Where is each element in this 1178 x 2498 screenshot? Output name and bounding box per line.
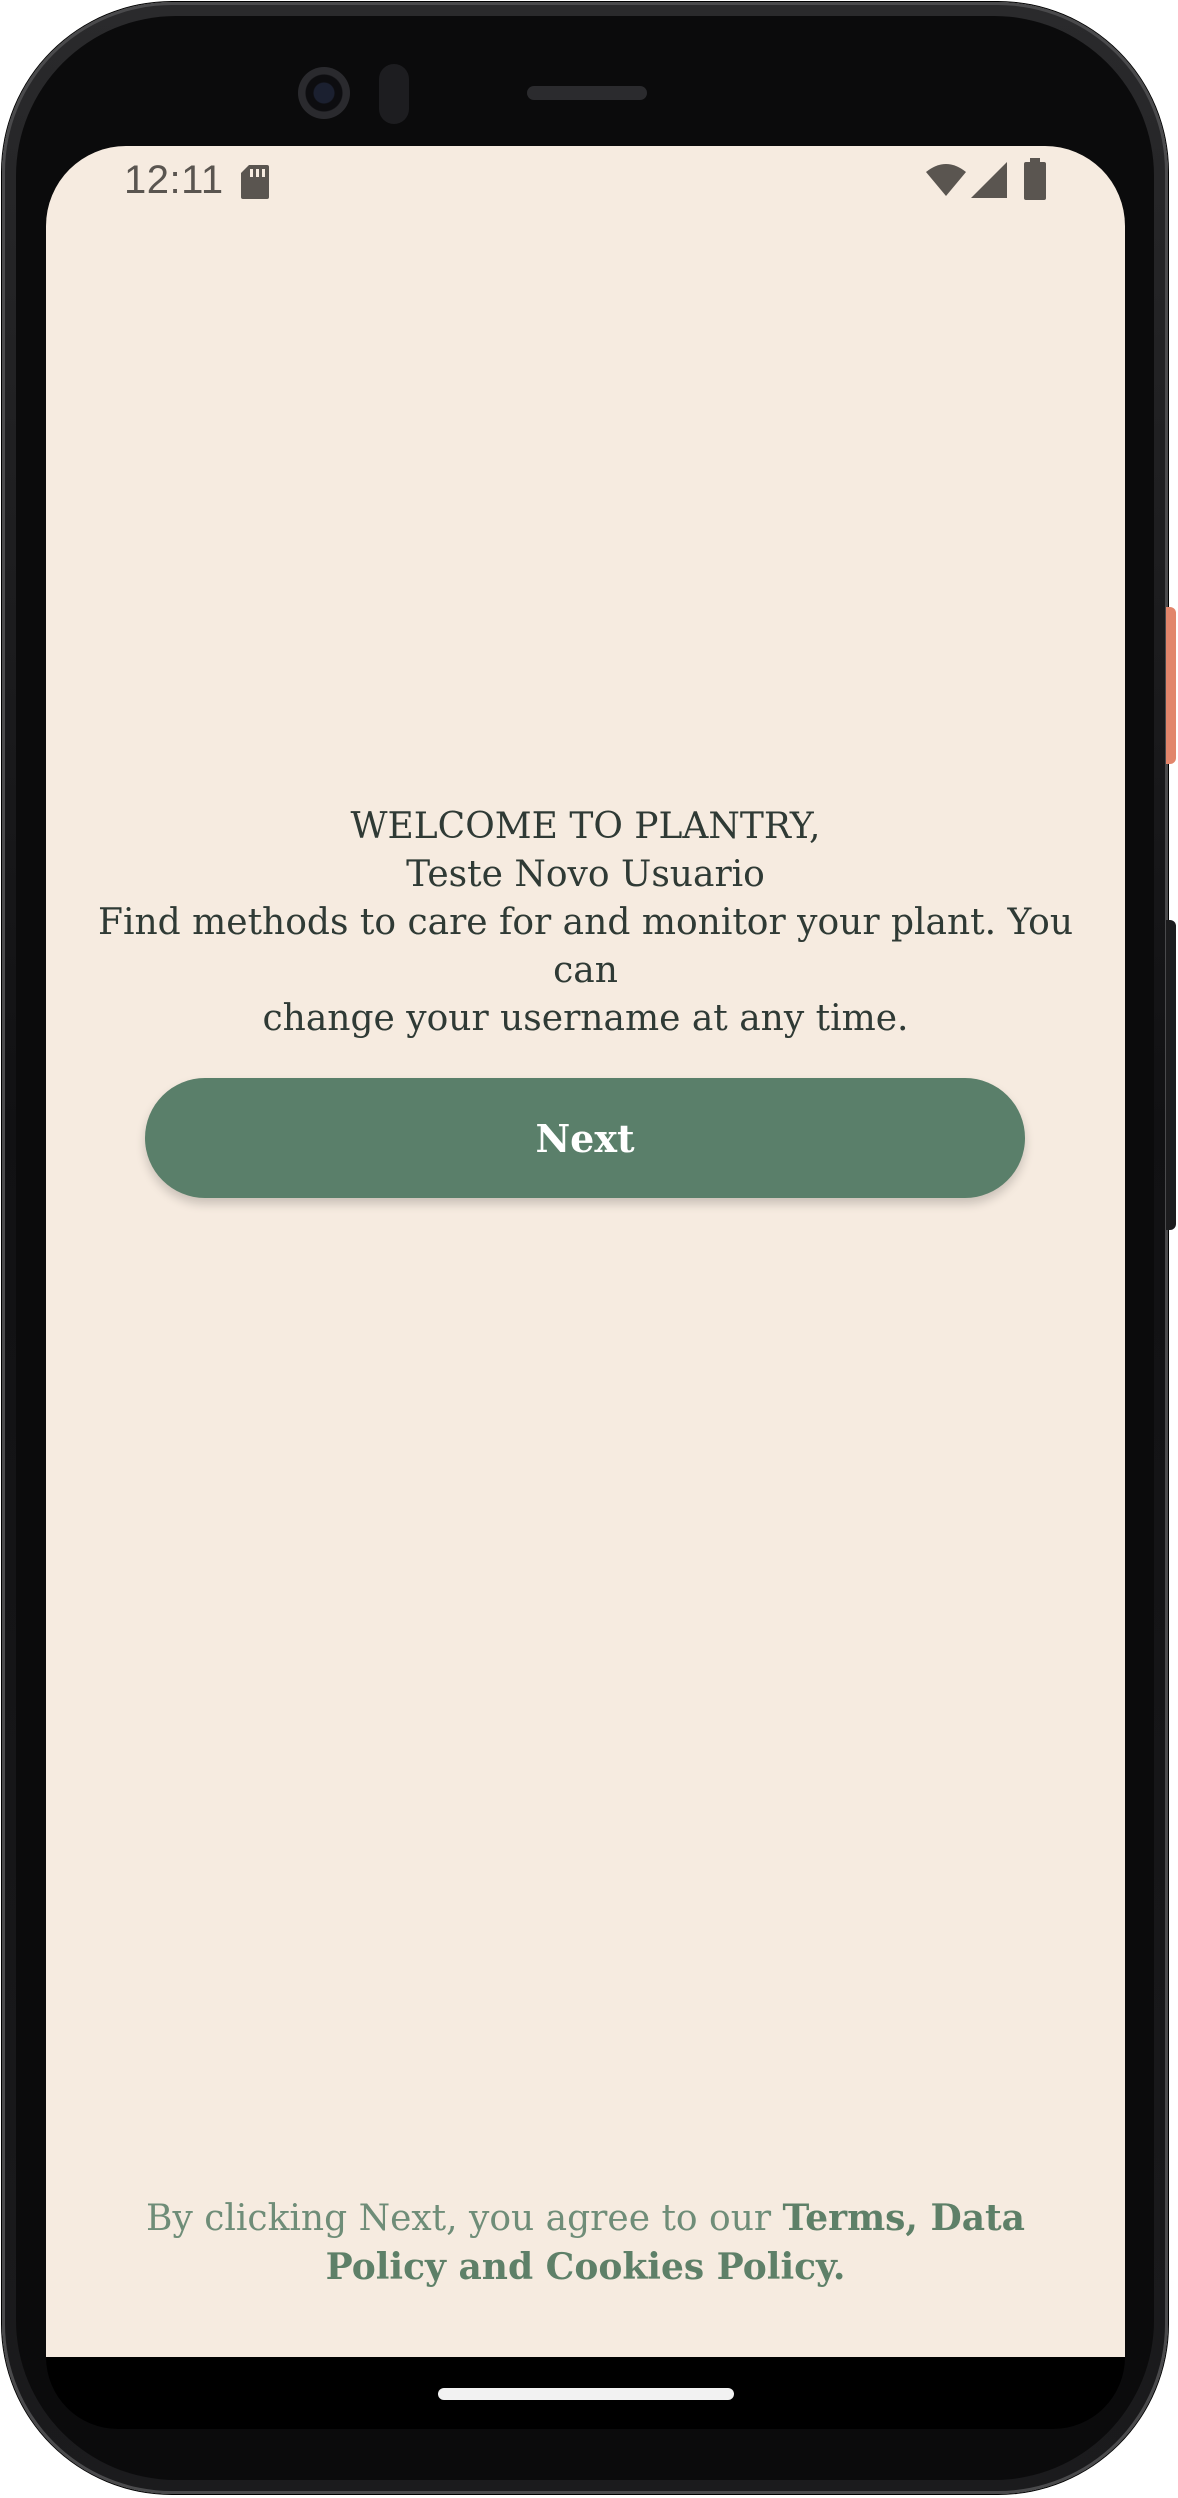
front-camera: [298, 67, 350, 119]
sd-card-icon: [241, 165, 269, 199]
wifi-icon: [926, 164, 966, 196]
power-button: [1166, 607, 1176, 764]
terms-prefix-text: By clicking Next, you agree to our: [145, 2198, 783, 2239]
status-bar: 12:11: [46, 146, 1125, 216]
cellular-signal-icon: [971, 162, 1007, 198]
status-time: 12:11: [124, 158, 224, 202]
welcome-description-line1: Find methods to care for and monitor you…: [97, 902, 1074, 991]
home-indicator[interactable]: [438, 2388, 734, 2400]
welcome-description-line2: change your username at any time.: [262, 998, 909, 1039]
proximity-sensor: [379, 64, 409, 124]
next-button[interactable]: Next: [145, 1078, 1025, 1198]
welcome-heading: WELCOME TO PLANTRY,: [350, 806, 821, 847]
username-text: Teste Novo Usuario: [406, 854, 765, 895]
welcome-message: WELCOME TO PLANTRY, Teste Novo Usuario F…: [86, 803, 1085, 1043]
volume-button: [1166, 920, 1176, 1230]
app-screen: 12:11 WELCOME TO PLANTRY, Teste Novo Usu…: [46, 146, 1125, 2357]
terms-footer: By clicking Next, you agree to our Terms…: [106, 2194, 1065, 2292]
battery-icon: [1024, 158, 1046, 200]
earpiece-speaker: [527, 86, 647, 100]
